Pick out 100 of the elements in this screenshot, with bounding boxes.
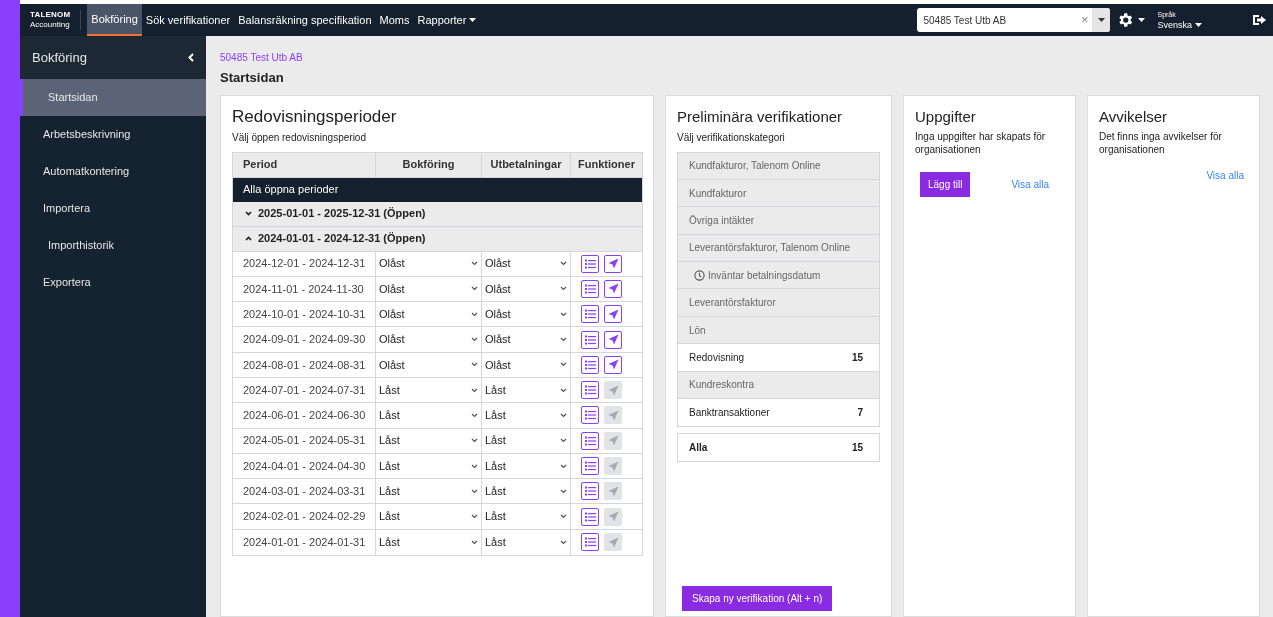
card-subtitle: Välj verifikationskategori: [677, 130, 786, 145]
list-button[interactable]: [581, 482, 599, 501]
category-item[interactable]: Kundfakturor: [678, 179, 879, 208]
clear-button[interactable]: ×: [1076, 10, 1093, 30]
chevron-down-icon: [560, 261, 567, 267]
organization-select[interactable]: 50485 Test Utb AB ×: [917, 8, 1111, 32]
list-button[interactable]: [581, 406, 599, 425]
chevron-down-icon: [560, 362, 567, 368]
send-button[interactable]: [604, 330, 622, 349]
logout-icon: [1252, 12, 1268, 28]
lock-select[interactable]: Låst: [375, 428, 481, 453]
nav-tab[interactable]: Rapporter: [413, 4, 481, 36]
nav-tab[interactable]: Sök verifikationer: [141, 4, 235, 36]
lock-select[interactable]: Låst: [375, 504, 481, 529]
list-button[interactable]: [581, 533, 599, 552]
table-cell-text: 2024-04-01 - 2024-04-30: [242, 458, 367, 474]
nav-tab[interactable]: Moms: [375, 4, 414, 36]
chevron-down-icon: [471, 387, 478, 393]
category-item[interactable]: Alla 15: [677, 433, 880, 463]
period-group-row[interactable]: 2025-01-01 - 2025-12-31 (Öppen): [233, 201, 642, 227]
lock-select[interactable]: Olåst: [481, 251, 570, 276]
lock-select[interactable]: Låst: [375, 479, 481, 504]
list-button[interactable]: [581, 254, 599, 273]
card-title: Redovisningsperioder: [232, 106, 398, 127]
logo: TALENOM Accounting: [30, 10, 82, 30]
list-button[interactable]: [581, 355, 599, 374]
all-periods-row[interactable]: Alla öppna perioder: [233, 177, 642, 202]
lock-select[interactable]: Låst: [481, 428, 570, 453]
category-item[interactable]: Övriga intäkter: [678, 207, 879, 235]
lock-select[interactable]: Olåst: [375, 251, 481, 276]
dropdown-button[interactable]: [1092, 8, 1111, 32]
list-button[interactable]: [581, 330, 599, 349]
list-button[interactable]: [581, 507, 599, 526]
lock-select[interactable]: Olåst: [481, 302, 570, 327]
table-cell-text: 2024-09-01 - 2024-09-30: [242, 332, 367, 348]
lock-select[interactable]: Låst: [481, 403, 570, 428]
sidebar-item[interactable]: Startsidan: [20, 79, 206, 116]
logout-button[interactable]: [1252, 12, 1268, 28]
add-button[interactable]: Lägg till: [920, 171, 971, 197]
send-button[interactable]: [604, 254, 622, 273]
sidebar-title: Bokföring: [32, 48, 87, 67]
send-button[interactable]: [604, 279, 622, 298]
list-button[interactable]: [581, 381, 599, 400]
paper-plane-icon: [607, 511, 619, 523]
sidebar-item[interactable]: Arbetsbeskrivning: [20, 116, 206, 153]
list-button[interactable]: [581, 431, 599, 450]
caret-icon: [1138, 18, 1146, 22]
chevron-down-icon: [245, 211, 252, 216]
create-button[interactable]: Skapa ny verifikation (Alt + n): [682, 586, 833, 611]
category-item[interactable]: Kundreskontra: [678, 371, 879, 399]
table-cell-text: 2024-11-01 - 2024-11-30: [242, 281, 365, 297]
table-cell-text: 2024-05-01 - 2024-05-31: [242, 433, 367, 449]
lock-select[interactable]: Låst: [375, 453, 481, 479]
lock-select[interactable]: Olåst: [375, 352, 481, 377]
send-button[interactable]: [604, 305, 622, 324]
category-item[interactable]: Leverantörsfakturor: [678, 289, 879, 317]
category-item[interactable]: Leverantörsfakturor, Talenom Online: [678, 234, 879, 263]
list-button[interactable]: [581, 457, 599, 475]
period-group-row[interactable]: 2024-01-01 - 2024-12-31 (Öppen): [233, 226, 642, 252]
lock-select[interactable]: Låst: [481, 378, 570, 403]
sidebar-item[interactable]: Automatkontering: [20, 153, 206, 190]
chevron-down-icon: [471, 514, 478, 520]
breadcrumb-link[interactable]: 50485 Test Utb AB: [220, 52, 1260, 64]
chevron-down-icon: [560, 438, 567, 444]
lock-select[interactable]: Olåst: [375, 327, 481, 352]
sidebar-item[interactable]: Exportera: [20, 264, 206, 301]
lock-select[interactable]: Olåst: [481, 276, 570, 302]
nav-tab[interactable]: Bokföring: [87, 4, 142, 36]
chevron-down-icon: [471, 539, 478, 545]
show-all-link[interactable]: Visa alla: [1011, 176, 1049, 192]
chevron-down-icon: [560, 337, 567, 343]
category-item[interactable]: Kundfakturor, Talenom Online: [678, 152, 879, 180]
lock-select[interactable]: Olåst: [481, 352, 570, 377]
category-item[interactable]: Lön: [678, 316, 879, 345]
lock-select[interactable]: Låst: [375, 529, 481, 556]
lock-select[interactable]: Olåst: [481, 327, 570, 352]
lock-select[interactable]: Låst: [375, 403, 481, 428]
lock-select[interactable]: Olåst: [375, 302, 481, 327]
category-item[interactable]: Inväntar betalningsdatum: [678, 262, 879, 290]
list-button[interactable]: [581, 305, 599, 324]
lock-select[interactable]: Låst: [481, 453, 570, 479]
list-icon: [584, 309, 596, 320]
table-cell-text: 2024-03-01 - 2024-03-31: [242, 484, 367, 500]
lock-select[interactable]: Låst: [481, 529, 570, 556]
show-all-link[interactable]: Visa alla: [1206, 167, 1244, 183]
nav-tab[interactable]: Balansräkning specifikation: [234, 4, 376, 36]
card-message: Det finns inga avvikelser för organisationen: [1099, 129, 1223, 156]
lock-select[interactable]: Låst: [481, 504, 570, 529]
send-button[interactable]: [604, 355, 622, 374]
chevron-down-icon: [560, 514, 567, 520]
lock-select[interactable]: Olåst: [375, 276, 481, 302]
lock-select[interactable]: Låst: [481, 479, 570, 504]
paper-plane-icon: [607, 435, 619, 447]
list-icon: [584, 486, 596, 497]
collapse-icon: [188, 53, 194, 62]
lock-select[interactable]: Låst: [375, 378, 481, 403]
chevron-down-icon: [471, 463, 478, 469]
sidebar-item[interactable]: Importhistorik: [20, 227, 206, 264]
list-button[interactable]: [581, 279, 599, 298]
sidebar-item[interactable]: Importera: [20, 190, 206, 227]
